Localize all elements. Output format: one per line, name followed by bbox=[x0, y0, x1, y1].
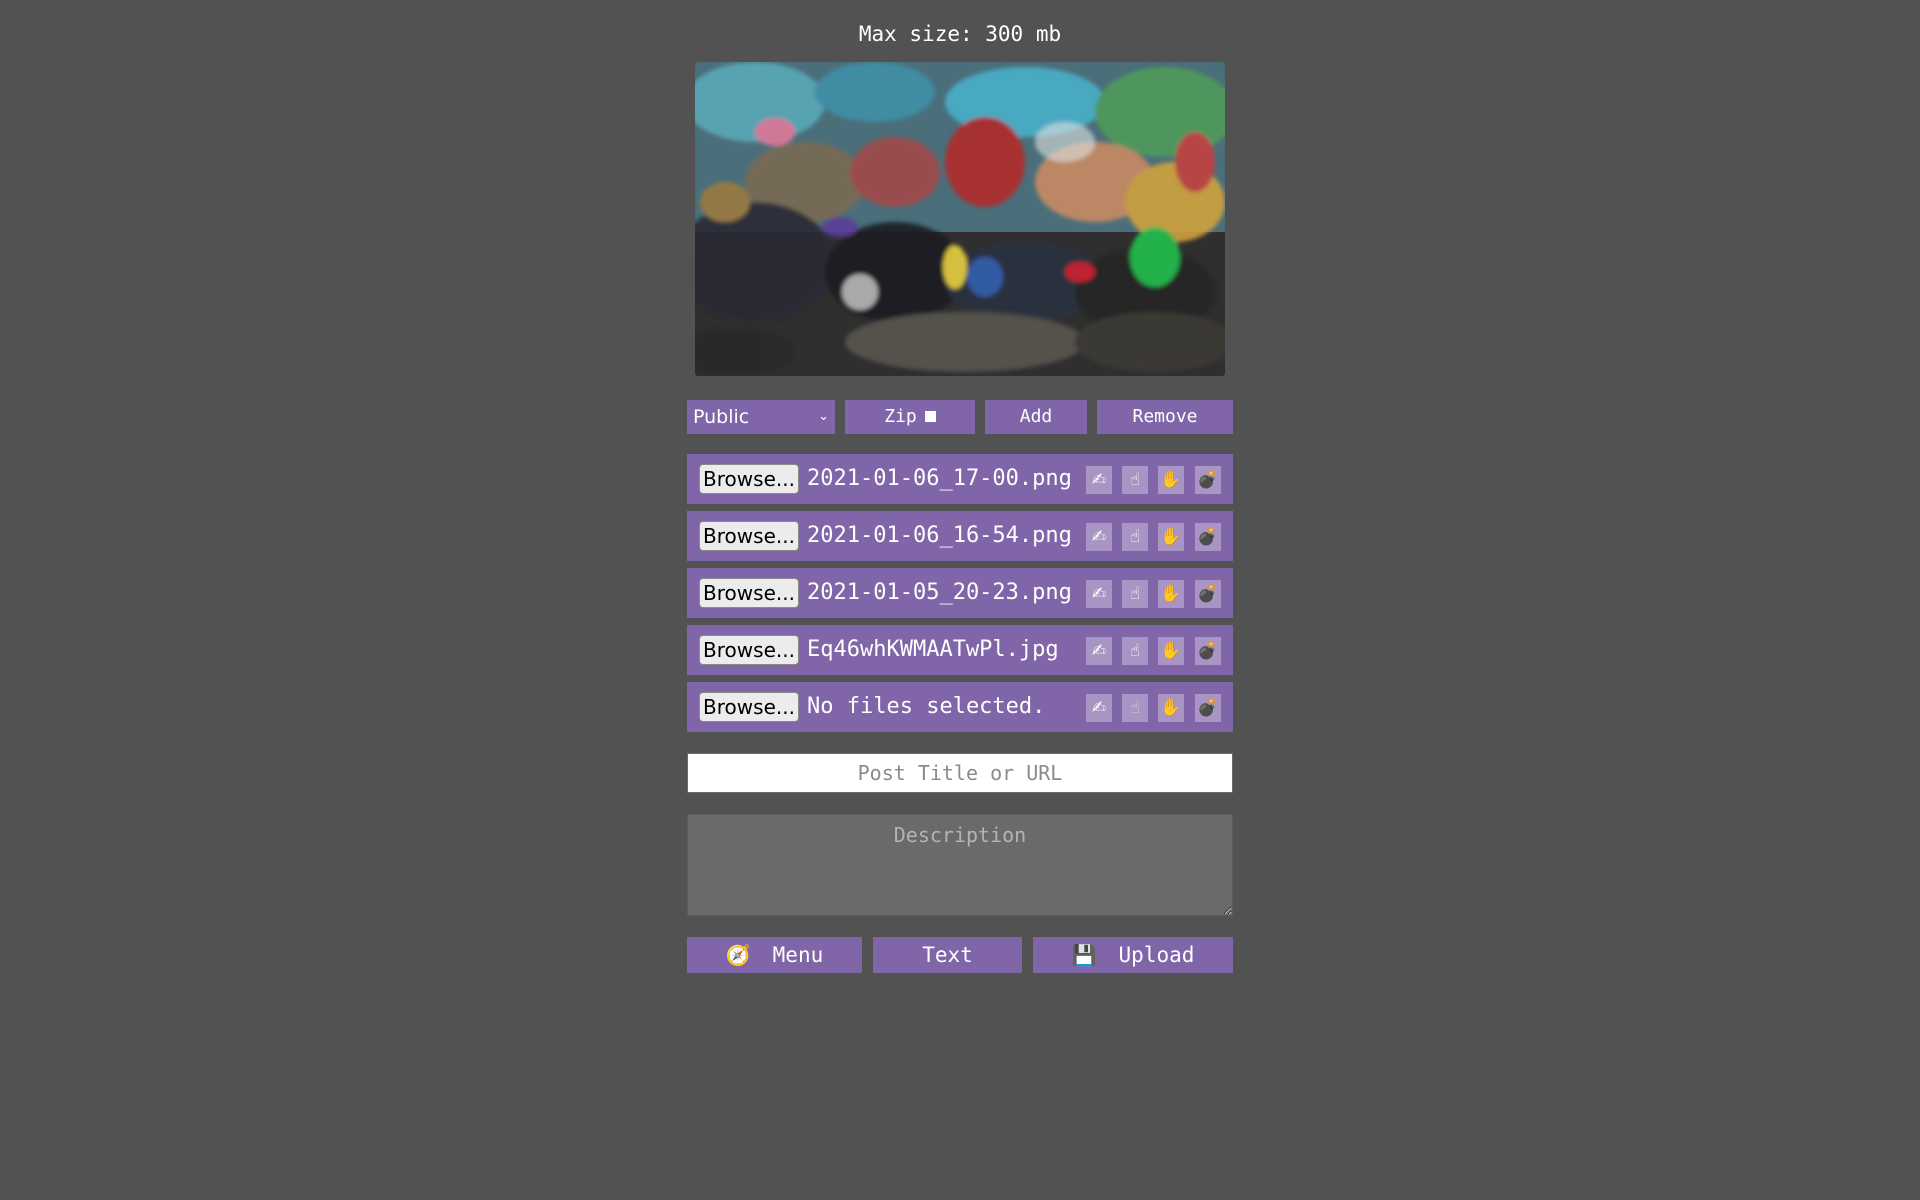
bomb-icon[interactable]: 💣 bbox=[1195, 580, 1221, 608]
bottom-actions: 🧭 Menu Text 💾 Upload bbox=[687, 937, 1233, 973]
upload-button[interactable]: 💾 Upload bbox=[1033, 937, 1233, 973]
raised-hand-icon[interactable]: ✋ bbox=[1158, 523, 1184, 551]
bomb-icon[interactable]: 💣 bbox=[1195, 523, 1221, 551]
browse-button[interactable]: Browse... bbox=[699, 521, 799, 551]
pointing-up-icon[interactable]: ☝ bbox=[1122, 694, 1148, 722]
file-row: Browse... 2021-01-05_20-23.png ✍ ☝ ✋ 💣 bbox=[687, 568, 1233, 618]
max-size-label: Max size: 300 mb bbox=[858, 22, 1062, 46]
floppy-disk-icon: 💾 bbox=[1071, 943, 1097, 967]
menu-button[interactable]: 🧭 Menu bbox=[687, 937, 862, 973]
bomb-icon[interactable]: 💣 bbox=[1195, 466, 1221, 494]
file-row: Browse... 2021-01-06_16-54.png ✍ ☝ ✋ 💣 bbox=[687, 511, 1233, 561]
description-textarea[interactable] bbox=[687, 814, 1233, 916]
writing-hand-icon[interactable]: ✍ bbox=[1086, 580, 1112, 608]
bomb-icon[interactable]: 💣 bbox=[1195, 694, 1221, 722]
menu-label: Menu bbox=[772, 943, 824, 967]
raised-hand-icon[interactable]: ✋ bbox=[1158, 580, 1184, 608]
upload-controls: Public ⌄ Zip Add Remove bbox=[687, 400, 1233, 434]
browse-button[interactable]: Browse... bbox=[699, 692, 799, 722]
raised-hand-icon[interactable]: ✋ bbox=[1158, 466, 1184, 494]
file-row: Browse... Eq46whKWMAATwPl.jpg ✍ ☝ ✋ 💣 bbox=[687, 625, 1233, 675]
browse-button[interactable]: Browse... bbox=[699, 635, 799, 665]
browse-button[interactable]: Browse... bbox=[699, 464, 799, 494]
file-row: Browse... No files selected. ✍ ☝ ✋ 💣 bbox=[687, 682, 1233, 732]
file-name: Eq46whKWMAATwPl.jpg bbox=[807, 637, 1059, 662]
text-button[interactable]: Text bbox=[873, 937, 1022, 973]
bomb-icon[interactable]: 💣 bbox=[1195, 637, 1221, 665]
remove-file-button[interactable]: Remove bbox=[1097, 400, 1233, 434]
file-name: 2021-01-05_20-23.png bbox=[807, 580, 1072, 605]
raised-hand-icon[interactable]: ✋ bbox=[1158, 694, 1184, 722]
file-name: No files selected. bbox=[807, 694, 1046, 719]
zip-label: Zip bbox=[884, 406, 917, 427]
pointing-up-icon[interactable]: ☝ bbox=[1122, 637, 1148, 665]
post-title-input[interactable] bbox=[687, 753, 1233, 793]
chevron-down-icon: ⌄ bbox=[818, 409, 829, 424]
upload-label: Upload bbox=[1118, 943, 1195, 967]
preview-painting bbox=[695, 62, 1225, 376]
zip-toggle[interactable]: Zip bbox=[845, 400, 975, 434]
writing-hand-icon[interactable]: ✍ bbox=[1086, 466, 1112, 494]
raised-hand-icon[interactable]: ✋ bbox=[1158, 637, 1184, 665]
visibility-selected-value: Public bbox=[693, 406, 750, 428]
writing-hand-icon[interactable]: ✍ bbox=[1086, 694, 1112, 722]
writing-hand-icon[interactable]: ✍ bbox=[1086, 637, 1112, 665]
visibility-select[interactable]: Public ⌄ bbox=[687, 400, 835, 434]
pointing-up-icon[interactable]: ☝ bbox=[1122, 523, 1148, 551]
file-name: 2021-01-06_16-54.png bbox=[807, 523, 1072, 548]
pointing-up-icon[interactable]: ☝ bbox=[1122, 466, 1148, 494]
image-preview bbox=[695, 62, 1225, 376]
zip-checkbox[interactable] bbox=[924, 411, 936, 422]
compass-icon: 🧭 bbox=[725, 943, 751, 967]
writing-hand-icon[interactable]: ✍ bbox=[1086, 523, 1112, 551]
pointing-up-icon[interactable]: ☝ bbox=[1122, 580, 1148, 608]
add-file-button[interactable]: Add bbox=[985, 400, 1087, 434]
file-row: Browse... 2021-01-06_17-00.png ✍ ☝ ✋ 💣 bbox=[687, 454, 1233, 504]
browse-button[interactable]: Browse... bbox=[699, 578, 799, 608]
file-name: 2021-01-06_17-00.png bbox=[807, 466, 1072, 491]
